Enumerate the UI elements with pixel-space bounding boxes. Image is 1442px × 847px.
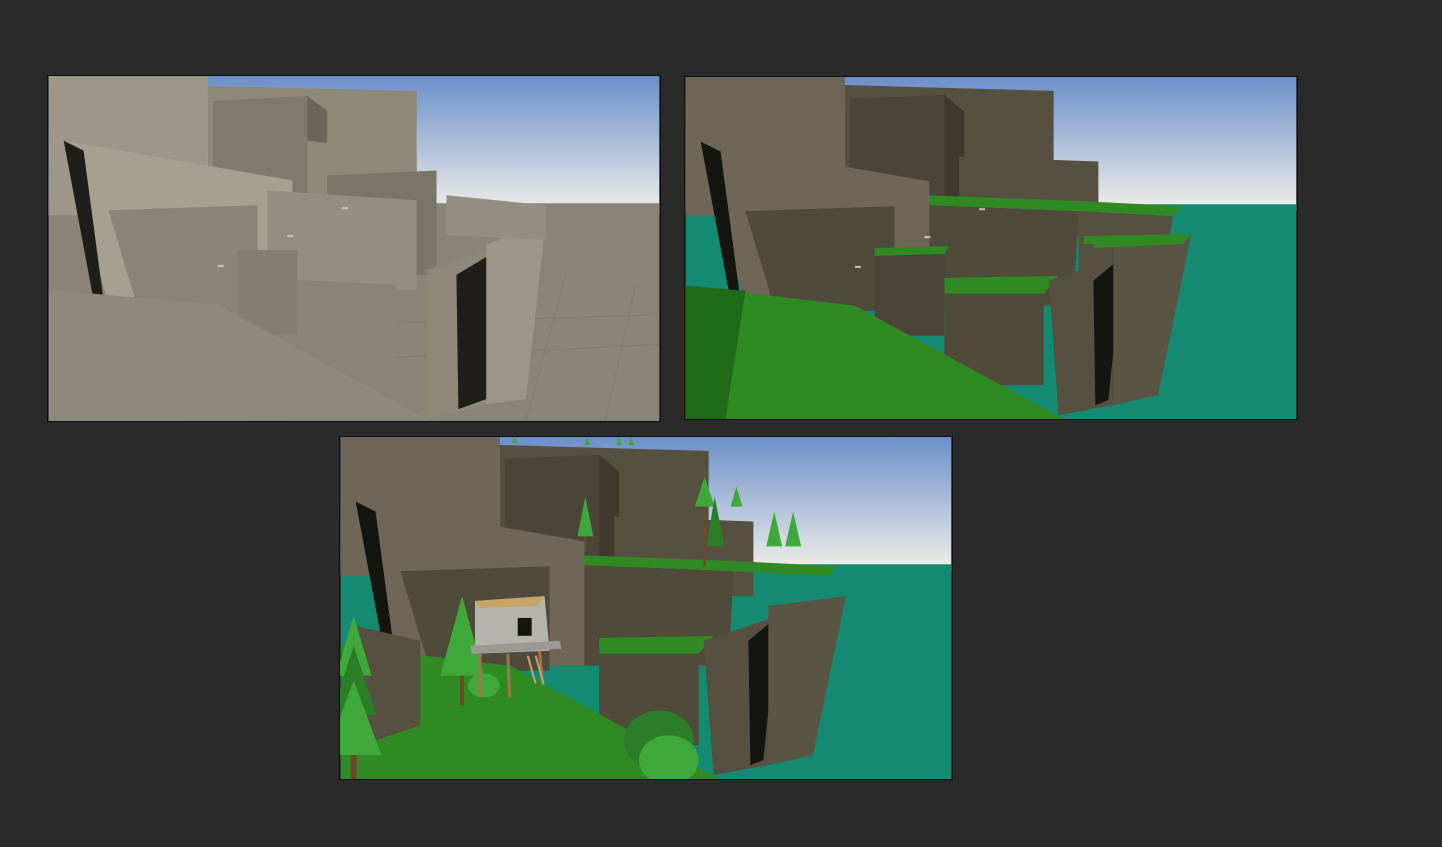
- grass-stripe-2: [944, 275, 1059, 294]
- bush-small: [468, 673, 500, 698]
- grass-stripe-2: [599, 635, 714, 654]
- props-trees-scene: [340, 437, 952, 779]
- props-trees-viewport: [339, 436, 953, 780]
- grass-water-viewport: [684, 76, 1298, 420]
- presentation-canvas: { "canvas": { "background": "#2a2a2a" },…: [0, 0, 1442, 847]
- greybox-viewport: [47, 75, 661, 422]
- grass-water-scene: [685, 77, 1297, 419]
- mid-block-4: [297, 279, 397, 365]
- greybox-scene: [48, 76, 660, 421]
